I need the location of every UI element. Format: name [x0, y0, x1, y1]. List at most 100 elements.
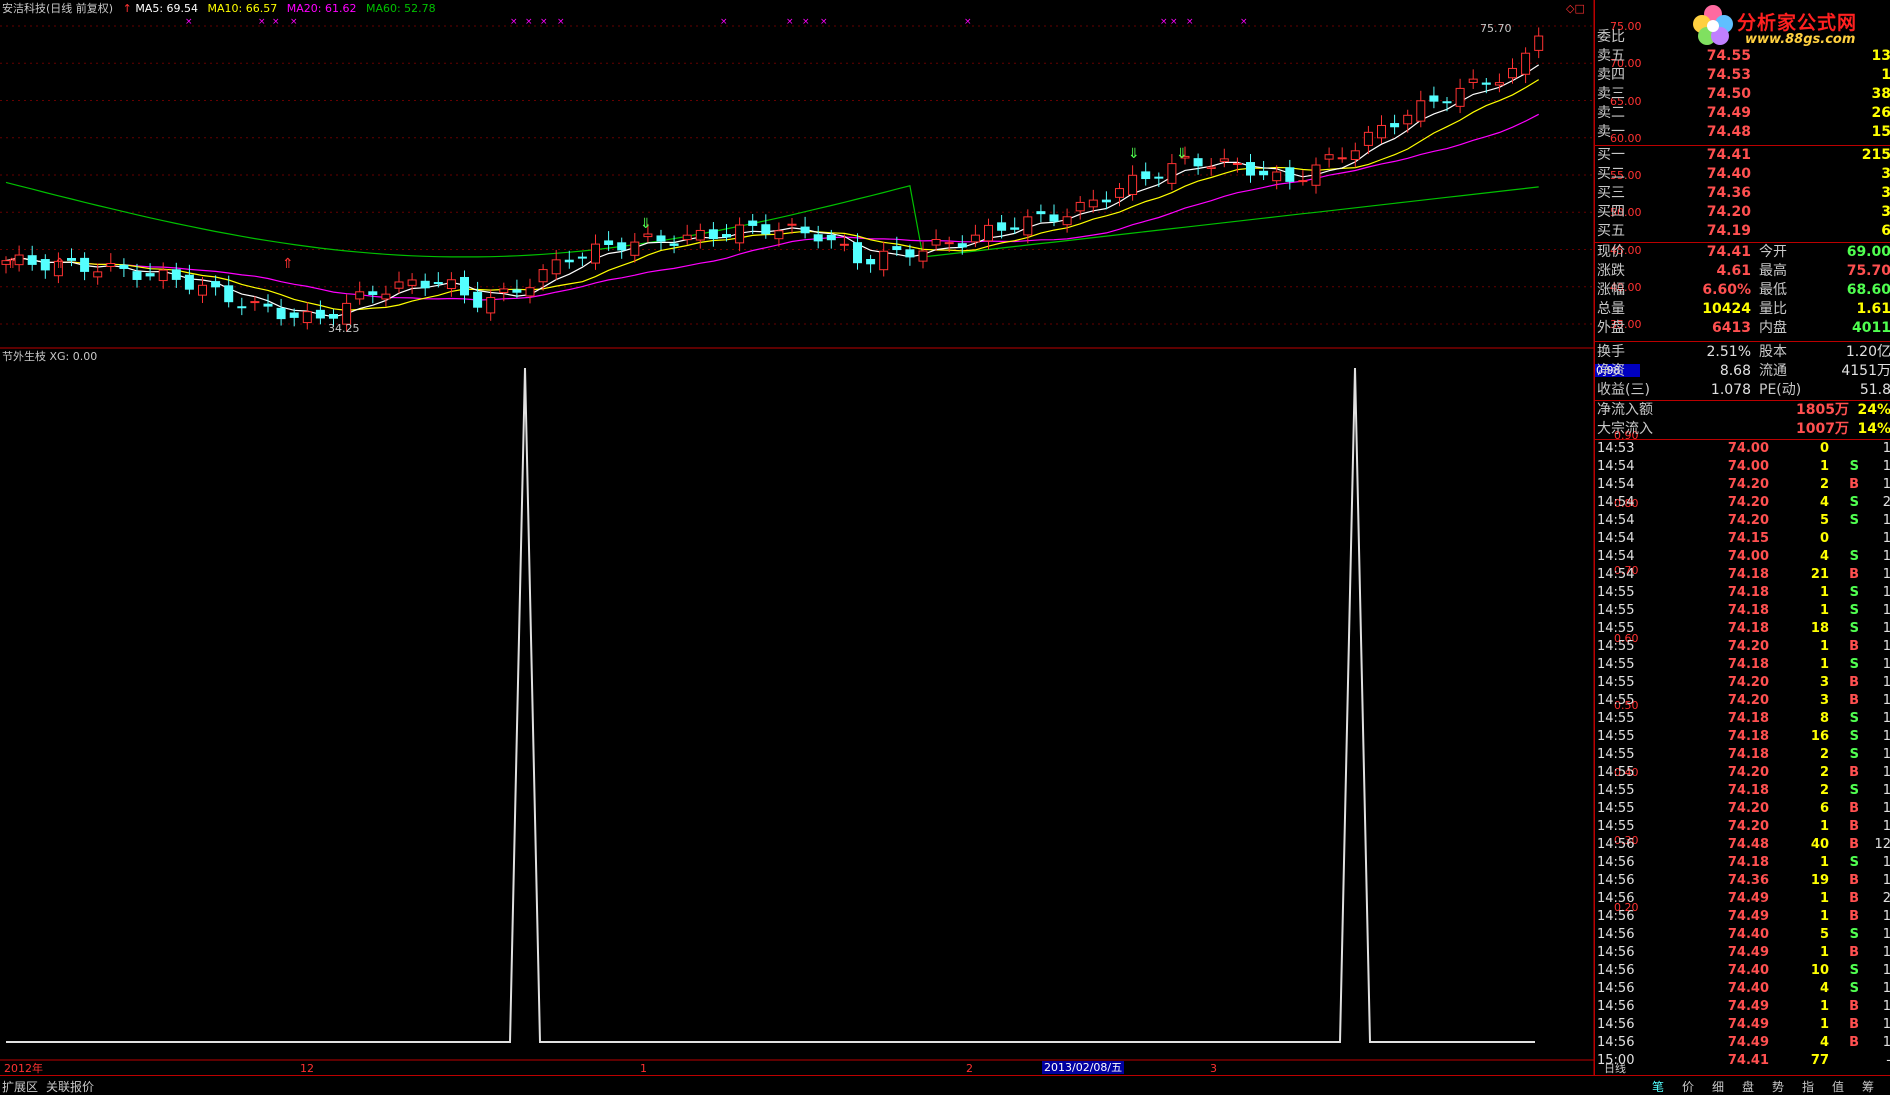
- candle-body: [1062, 216, 1072, 226]
- stock-title: 安洁科技(日线 前复权): [2, 2, 114, 15]
- tick-side: S: [1849, 711, 1859, 726]
- xg-indicator-line: [6, 367, 1535, 1043]
- sell-arrow-icon: ⇓: [640, 216, 652, 232]
- candle-body: [1508, 67, 1517, 79]
- candle-body: [1494, 82, 1504, 86]
- tick-time: 14:56: [1597, 1017, 1635, 1032]
- tick-row: 15:00 74.41 77 -: [1595, 1052, 1890, 1070]
- tick-volume: 1: [1819, 585, 1829, 600]
- tick-row: 14:55 74.18 1 S 1: [1595, 584, 1890, 602]
- tick-time: 14:55: [1597, 675, 1635, 690]
- right-tab-0[interactable]: 笔: [1652, 1078, 1664, 1095]
- candle-body: [289, 312, 299, 318]
- tick-volume: 4: [1819, 981, 1829, 996]
- candle-body: [224, 285, 234, 303]
- tick-count: 1: [1882, 963, 1890, 978]
- tick-volume: 1: [1819, 855, 1829, 870]
- candle-body: [577, 256, 587, 259]
- right-tab-1[interactable]: 价: [1682, 1078, 1694, 1095]
- candle-body: [1481, 82, 1491, 85]
- tick-time: 14:54: [1597, 513, 1635, 528]
- tick-time: 14:53: [1597, 441, 1635, 456]
- chart-window-icons[interactable]: ◇□: [1566, 2, 1585, 15]
- stat-value: 6413: [1712, 320, 1751, 336]
- tab-extension-area[interactable]: 扩展区: [2, 1078, 38, 1095]
- buy-volume: 3: [1881, 204, 1890, 220]
- tick-price: 74.20: [1727, 693, 1769, 708]
- tick-row: 14:56 74.49 4 B 1: [1595, 1034, 1890, 1052]
- sell-arrow-icon: ⇓: [1128, 146, 1140, 162]
- fund-row: 净资 8.68 流通 4151万: [1595, 362, 1890, 381]
- candle-body: [630, 241, 640, 256]
- tick-volume: 2: [1819, 477, 1829, 492]
- chart-area[interactable]: × × × × × × × × × × × × × × × × × ⇑ ⇑ ⇑ ⇓ ⇓ ⇓ 安洁科技(日线 前复权) ↑ …: [0, 0, 1642, 1075]
- weibi-label: 委比: [1597, 29, 1625, 45]
- candle-body: [211, 281, 221, 288]
- candle-body: [80, 257, 90, 272]
- tick-count: 1: [1882, 801, 1890, 816]
- fund-label: 换手: [1597, 344, 1625, 360]
- stat-label: 内盘: [1759, 320, 1787, 336]
- candle-body: [617, 242, 627, 251]
- tick-row: 14:54 74.20 4 S 2: [1595, 494, 1890, 512]
- right-tab-5[interactable]: 指: [1802, 1078, 1814, 1095]
- tick-side: S: [1849, 927, 1859, 942]
- price-chart[interactable]: × × × × × × × × × × × × × × × × × ⇑ ⇑ ⇑⇓⇓ ⇓: [0, 0, 1594, 1075]
- quote-panel: 分析家公式网 www.88gs.com 委比 卖五 74.55 13 卖四 74.53 1…: [1594, 0, 1890, 1075]
- fund-label: PE(动): [1759, 382, 1802, 398]
- tick-volume: 18: [1810, 621, 1829, 636]
- right-tab-6[interactable]: 值: [1832, 1078, 1844, 1095]
- tick-time: 14:56: [1597, 945, 1635, 960]
- right-tab-7[interactable]: 筹: [1862, 1078, 1874, 1095]
- tick-price: 74.49: [1727, 909, 1769, 924]
- tick-count: 1: [1882, 729, 1890, 744]
- candle-body: [839, 243, 849, 246]
- fund-label: 流通: [1759, 363, 1787, 379]
- candle-body: [722, 234, 731, 238]
- tick-time: 14:55: [1597, 603, 1635, 618]
- candle-body: [315, 309, 325, 319]
- tick-time: 14:56: [1597, 891, 1635, 906]
- candle-body: [1206, 166, 1216, 169]
- tick-volume: 19: [1810, 873, 1829, 888]
- buy-volume: 3: [1881, 166, 1890, 182]
- tick-price: 74.00: [1727, 459, 1769, 474]
- buy-row: 买二 74.40 3: [1595, 165, 1890, 184]
- signal-marker: ×: [802, 17, 810, 27]
- tick-volume: 21: [1810, 567, 1829, 582]
- tick-side: S: [1849, 747, 1859, 762]
- right-tab-3[interactable]: 盘: [1742, 1078, 1754, 1095]
- right-tab-2[interactable]: 细: [1712, 1078, 1724, 1095]
- flow-label: 大宗流入: [1597, 421, 1653, 437]
- signal-marker: ×: [290, 17, 298, 27]
- tick-price: 74.20: [1727, 819, 1769, 834]
- date-label-jan: 1: [640, 1062, 647, 1075]
- buy-volume: 3: [1881, 185, 1890, 201]
- stat-row: 现价 74.41 今开 69.00: [1595, 243, 1890, 262]
- candle-body: [892, 246, 902, 251]
- tick-count: 1: [1882, 747, 1890, 762]
- stat-value: 4.61: [1716, 263, 1751, 279]
- tick-count: 1: [1882, 999, 1890, 1014]
- candle-body: [538, 269, 548, 283]
- tick-row: 14:54 74.00 1 S 1: [1595, 458, 1890, 476]
- tick-side: B: [1849, 891, 1859, 906]
- stat-label: 涨幅: [1597, 282, 1625, 298]
- ma60-label: MA60: 52.78: [365, 2, 436, 15]
- tick-row: 14:55 74.18 2 S 1: [1595, 746, 1890, 764]
- candle-body: [525, 287, 535, 297]
- tick-side: S: [1849, 495, 1859, 510]
- flow-value: 1007万: [1796, 421, 1849, 437]
- tick-volume: 6: [1819, 801, 1829, 816]
- tab-related-quotes[interactable]: 关联报价: [46, 1078, 94, 1095]
- candle-body: [1468, 78, 1478, 83]
- candle-body: [1324, 154, 1334, 160]
- tick-side: S: [1849, 729, 1859, 744]
- candle-body: [381, 293, 391, 300]
- candle-body: [1298, 180, 1308, 183]
- candle-body: [604, 240, 614, 245]
- ma20-label: MA20: 61.62: [286, 2, 357, 15]
- right-tab-4[interactable]: 势: [1772, 1078, 1784, 1095]
- tick-price: 74.18: [1727, 603, 1769, 618]
- candle-body: [276, 307, 286, 320]
